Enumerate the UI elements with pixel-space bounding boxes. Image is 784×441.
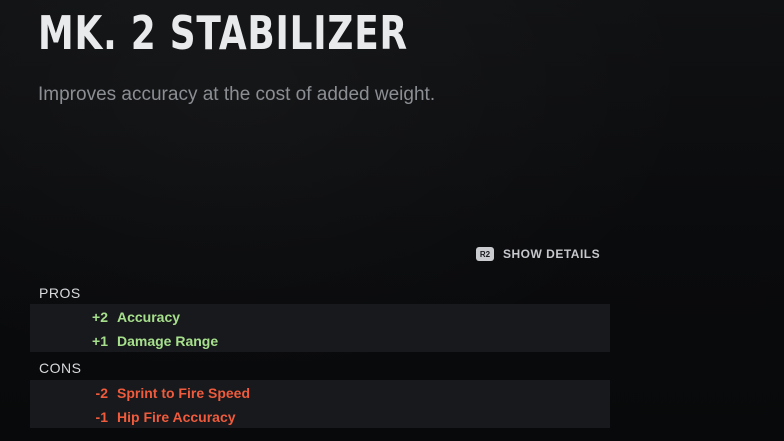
background bbox=[0, 0, 784, 441]
con-value: -2 bbox=[95, 385, 108, 401]
r2-trigger-icon: R2 bbox=[476, 247, 494, 261]
pro-name: Accuracy bbox=[117, 309, 181, 325]
pro-value: +1 bbox=[92, 333, 108, 349]
pro-name: Damage Range bbox=[117, 333, 219, 349]
con-name: Sprint to Fire Speed bbox=[117, 385, 251, 401]
attachment-title: MK. 2 STABILIZER bbox=[38, 6, 408, 60]
pros-panel: +2 Accuracy +1 Damage Range bbox=[30, 304, 610, 352]
con-name: Hip Fire Accuracy bbox=[117, 409, 236, 425]
con-value: -1 bbox=[95, 409, 108, 425]
con-row: -1 Hip Fire Accuracy bbox=[30, 405, 236, 429]
cons-heading: CONS bbox=[39, 360, 82, 376]
pro-value: +2 bbox=[92, 309, 108, 325]
con-row: -2 Sprint to Fire Speed bbox=[30, 381, 250, 405]
pro-row: +2 Accuracy bbox=[30, 305, 180, 329]
pro-row: +1 Damage Range bbox=[30, 329, 218, 353]
pros-heading: PROS bbox=[39, 285, 81, 301]
show-details-label: SHOW DETAILS bbox=[503, 247, 601, 261]
attachment-description: Improves accuracy at the cost of added w… bbox=[38, 84, 436, 105]
show-details-button[interactable]: R2 SHOW DETAILS bbox=[476, 247, 600, 261]
cons-panel: -2 Sprint to Fire Speed -1 Hip Fire Accu… bbox=[30, 380, 610, 428]
